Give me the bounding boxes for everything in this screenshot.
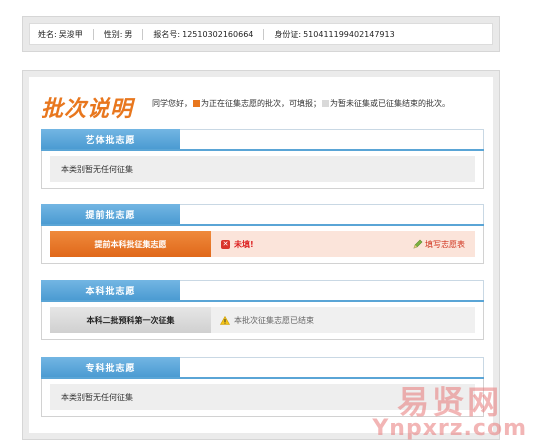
divider [142,28,144,40]
section-arts-sports: 艺体批志愿 本类别暂无任何征集 [41,129,484,189]
exam-number-label: 报名号: [153,29,181,39]
status-text: 本批次征集志愿已结束 [234,315,314,325]
warning-icon [220,315,230,325]
name-value: 吴浚甲 [58,29,83,39]
batch-legend: 同学您好， 为正在征集志愿的批次，可填报； 为暂未征集或已征集结束的批次。 [152,98,450,109]
section-header: 专科批志愿 [41,357,484,379]
name-label: 姓名: [38,29,57,39]
gender-field: 性别: 男 [104,29,143,40]
student-info-panel: 姓名: 吴浚甲 性别: 男 报名号: 12510302160664 身份证: 5… [22,16,500,52]
pencil-icon [413,239,423,249]
section-title: 提前批志愿 [41,204,180,224]
not-filled-status: ✕ 未填! [221,239,254,250]
section-header-bar [180,204,484,224]
gender-value: 男 [124,29,133,39]
batch-row-closed: 本科二批预科第一次征集 本批次征集志愿已结束 [50,307,475,333]
section-header-bar [180,280,484,300]
divider [92,28,94,40]
fill-form-link-text: 填写志愿表 [425,239,465,249]
student-info-bar: 姓名: 吴浚甲 性别: 男 报名号: 12510302160664 身份证: 5… [29,23,493,45]
section-header: 提前批志愿 [41,204,484,226]
section-undergrad-batch: 本科批志愿 本科二批预科第一次征集 本批次征集志愿已结束 [41,280,484,340]
section-header-bar [180,129,484,149]
watermark: 易贤网 Ynpxrz.com [372,386,527,440]
section-header-bar [180,357,484,377]
empty-message: 本类别暂无任何征集 [50,156,475,182]
legend-greeting: 同学您好， [152,99,192,108]
batch-panel-content: 批次说明 同学您好， 为正在征集志愿的批次，可填报； 为暂未征集或已征集结束的批… [29,77,493,433]
gender-label: 性别: [103,29,123,39]
fill-form-link[interactable]: 填写志愿表 [413,231,465,257]
name-field: 姓名: 吴浚甲 [38,29,93,40]
closed-status: 本批次征集志愿已结束 [220,315,314,326]
id-card-label: 身份证: [274,29,302,39]
section-body: 本科二批预科第一次征集 本批次征集志愿已结束 [41,302,484,340]
section-header: 艺体批志愿 [41,129,484,151]
watermark-cn: 易贤网 [397,383,503,421]
legend-active-swatch [193,100,200,107]
undergrad-second-batch-button[interactable]: 本科二批预科第一次征集 [50,307,211,333]
exam-number-field: 报名号: 12510302160664 [153,29,263,40]
divider [263,28,265,40]
batch-info-logo: 批次说明 [41,97,134,122]
section-title: 本科批志愿 [41,280,180,300]
section-header: 本科批志愿 [41,280,484,302]
status-text: 未填! [234,239,254,249]
legend-closed-swatch [322,100,329,107]
watermark-en: Ynpxrz.com [372,416,527,441]
section-body: 提前本科批征集志愿 ✕ 未填! 填写志愿表 [41,226,484,264]
legend-active-text: 为正在征集志愿的批次，可填报； [201,99,321,108]
batch-row-active: 提前本科批征集志愿 ✕ 未填! 填写志愿表 [50,231,475,257]
x-shield-icon: ✕ [221,239,230,249]
section-title: 艺体批志愿 [41,129,180,149]
early-undergrad-batch-button[interactable]: 提前本科批征集志愿 [50,231,211,257]
id-card-value: 510411199402147913 [303,29,395,39]
section-early-batch: 提前批志愿 提前本科批征集志愿 ✕ 未填! 填写志愿表 [41,204,484,264]
legend-closed-text: 为暂未征集或已征集结束的批次。 [330,99,450,108]
exam-number-value: 12510302160664 [182,29,254,39]
id-card-field: 身份证: 510411199402147913 [274,29,404,40]
section-title: 专科批志愿 [41,357,180,377]
section-body: 本类别暂无任何征集 [41,151,484,189]
